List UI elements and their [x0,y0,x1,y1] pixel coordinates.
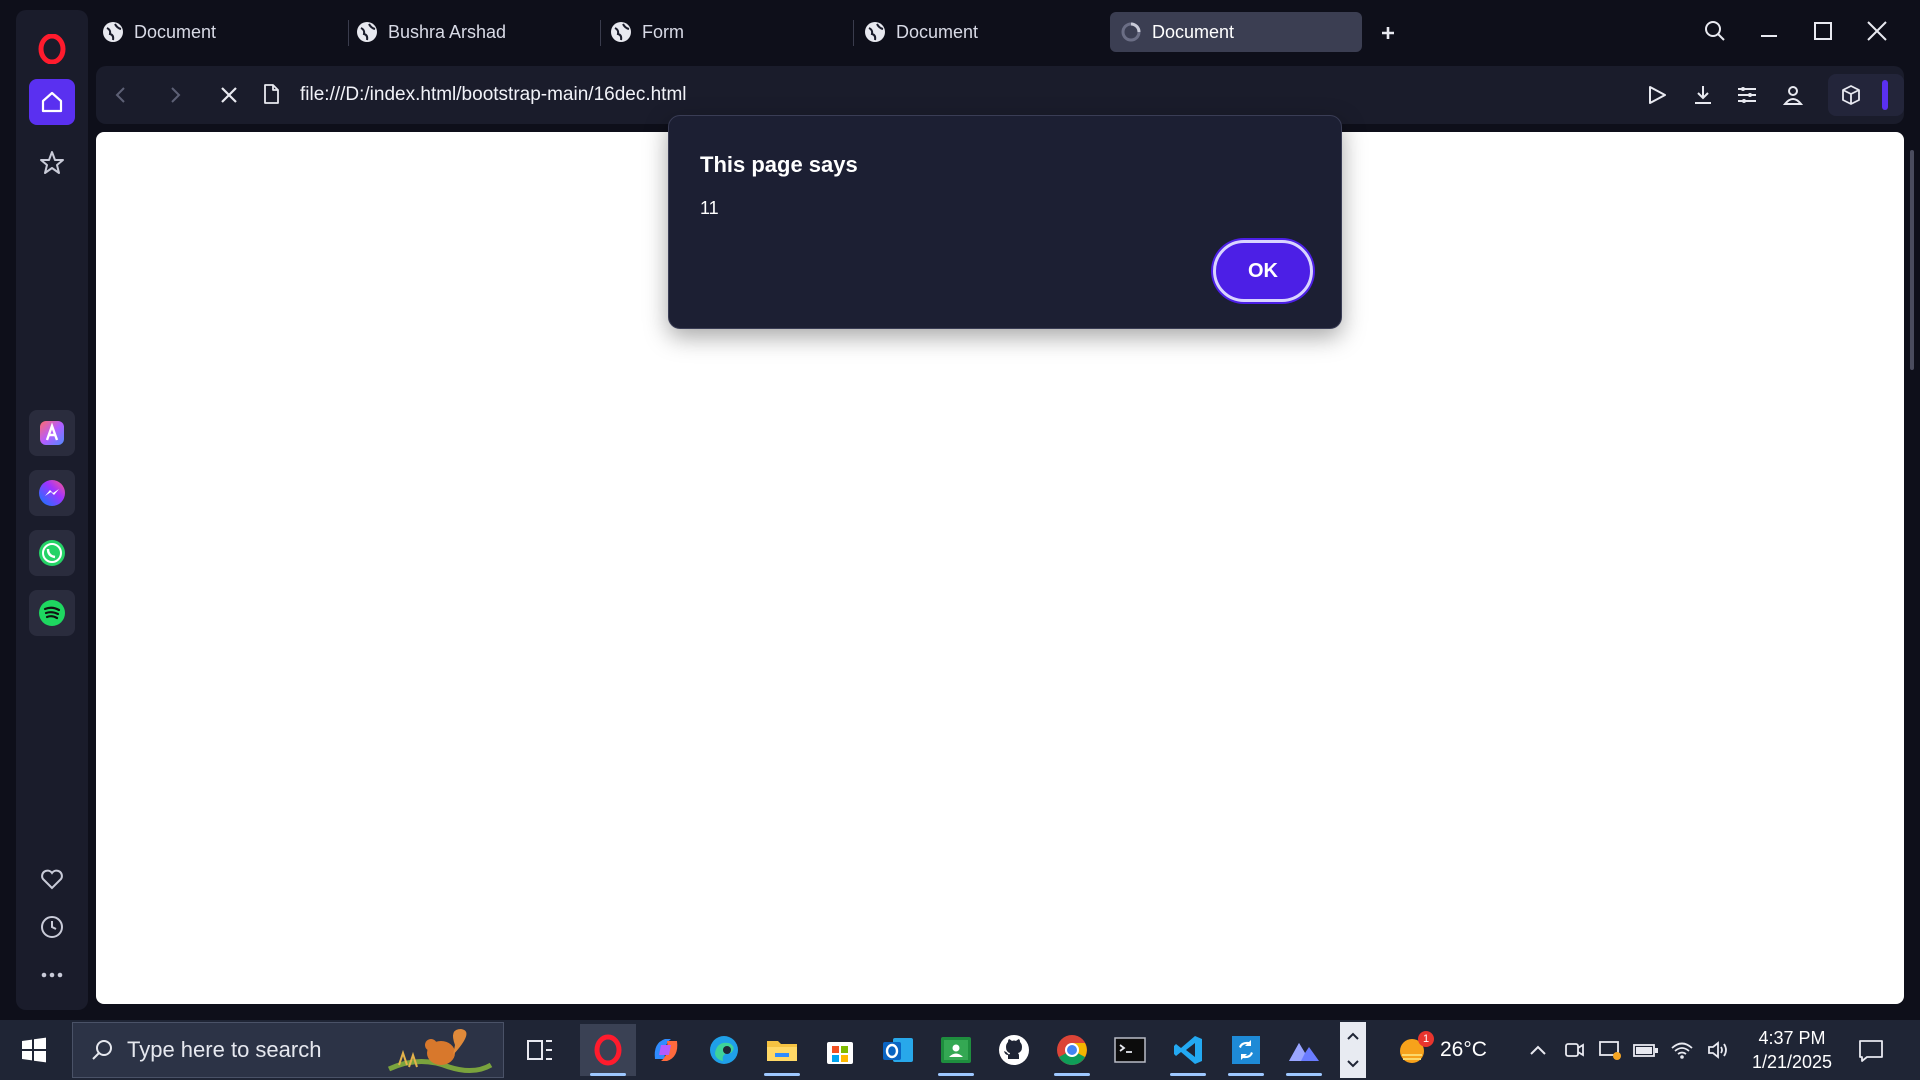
tab-strip: Document Bushra Arshad Form Document Doc… [96,10,1396,56]
tab-title: Document [896,21,979,42]
extensions-cube-icon[interactable] [1836,80,1866,110]
sync-app-icon[interactable] [1218,1024,1274,1076]
tab-title: Form [642,21,684,42]
home-icon[interactable] [29,79,75,125]
url-text[interactable]: file:///D:/index.html/bootstrap-main/16d… [300,84,687,106]
spotify-icon[interactable] [29,590,75,636]
taskbar-clock[interactable]: 4:37 PM 1/21/2025 [1744,1026,1840,1074]
tab-document-1[interactable]: Document [96,12,336,52]
notification-center-icon[interactable] [1856,1036,1886,1066]
new-tab-plus-icon[interactable] [1375,20,1401,46]
tab-search-icon[interactable] [1700,16,1730,46]
account-profile-icon[interactable] [1778,80,1808,110]
clock-time: 4:37 PM [1758,1028,1826,1048]
google-classroom-icon[interactable] [928,1024,984,1076]
tab-bushra-arshad[interactable]: Bushra Arshad [350,12,590,52]
show-hidden-icons-chevron-icon[interactable] [1524,1036,1552,1064]
extensions-area [1828,74,1904,116]
forward-arrow-icon[interactable] [160,80,190,110]
battery-icon[interactable] [1632,1036,1660,1064]
copilot-icon[interactable] [638,1024,694,1076]
whatsapp-icon[interactable] [29,530,75,576]
task-view-icon[interactable] [512,1024,568,1076]
tab-title: Bushra Arshad [388,21,507,42]
close-window-icon[interactable] [1862,16,1892,46]
ok-button[interactable]: OK [1213,240,1313,302]
maximize-icon[interactable] [1808,16,1838,46]
history-clock-icon[interactable] [29,904,75,950]
weather-sun-icon: 1 [1396,1031,1434,1067]
photos-icon[interactable] [1276,1024,1332,1076]
download-icon[interactable] [1688,80,1718,110]
tab-divider [600,20,601,46]
tab-form[interactable]: Form [604,12,844,52]
wifi-icon[interactable] [1668,1036,1696,1064]
chevron-up-icon[interactable] [1346,1031,1360,1041]
search-icon [92,1040,112,1060]
dialog-title: This page says [700,152,858,177]
globe-icon [103,22,123,42]
heart-icon[interactable] [29,856,75,902]
temperature: 26°C [1440,1038,1487,1061]
tab-document-active[interactable]: Document [1110,12,1362,52]
aria-ai-icon[interactable] [29,410,75,456]
edge-icon[interactable] [696,1024,752,1076]
file-page-icon[interactable] [262,83,280,110]
github-icon[interactable] [986,1024,1042,1076]
tab-divider [853,20,854,46]
globe-icon [357,22,377,42]
page-scrollbar[interactable] [1910,150,1914,370]
taskbar-search-box[interactable]: Type here to search [72,1022,504,1078]
chrome-icon[interactable] [1044,1024,1100,1076]
windows-start-icon[interactable] [14,1032,54,1068]
speed-dial-star-icon[interactable] [29,140,75,186]
back-arrow-icon[interactable] [106,80,136,110]
meet-camera-icon[interactable] [1560,1036,1588,1064]
microsoft-store-icon[interactable] [812,1024,868,1076]
volume-icon[interactable] [1704,1036,1732,1064]
clock-date: 1/21/2025 [1751,1052,1833,1072]
weather-widget[interactable]: 1 26°C [1396,1028,1487,1072]
easy-setup-sliders-icon[interactable] [1732,80,1762,110]
opera-logo-icon[interactable] [29,26,75,72]
more-dots-icon[interactable] [29,952,75,998]
search-placeholder: Type here to search [127,1037,322,1062]
tab-title: Document [1152,21,1235,42]
tab-title: Document [134,21,217,42]
display-sync-icon[interactable] [1596,1036,1624,1064]
alert-dialog: This page says 11 OK [668,115,1342,329]
chevron-down-icon[interactable] [1346,1059,1360,1069]
globe-icon [865,22,885,42]
squirrel-search-illustration-icon [387,1029,493,1073]
dialog-message: 11 [700,198,719,218]
loading-spinner-icon [1121,22,1141,42]
opera-sidebar [16,10,88,1010]
windows-taskbar: Type here to search 1 26°C 4:37 PM 1/21/… [0,1020,1920,1080]
taskbar-overflow-chevrons[interactable] [1340,1022,1366,1078]
terminal-icon[interactable] [1102,1024,1158,1076]
accent-indicator [1882,80,1888,110]
file-explorer-icon[interactable] [754,1024,810,1076]
weather-badge: 1 [1418,1031,1434,1047]
outlook-icon[interactable] [870,1024,926,1076]
globe-icon [611,22,631,42]
stop-loading-icon[interactable] [214,80,244,110]
opera-taskbar-icon[interactable] [580,1024,636,1076]
tab-divider [348,20,349,46]
tab-document-2[interactable]: Document [858,12,1098,52]
minimize-icon[interactable] [1754,16,1784,46]
send-flow-icon[interactable] [1642,80,1672,110]
messenger-icon[interactable] [29,470,75,516]
vscode-icon[interactable] [1160,1024,1216,1076]
